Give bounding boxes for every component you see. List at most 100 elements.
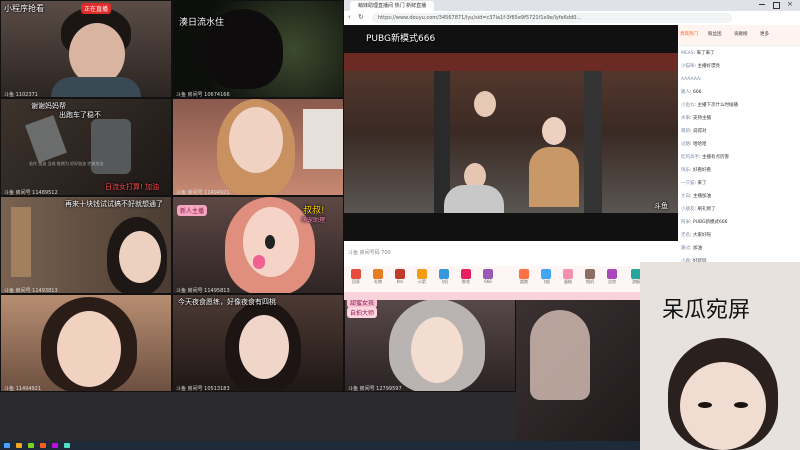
taskbar	[0, 441, 640, 450]
chat-username[interactable]: 阿米	[681, 220, 690, 225]
close-icon[interactable]: ×	[787, 0, 793, 8]
gift-item[interactable]: 相机	[580, 269, 600, 291]
right-eye	[734, 402, 748, 408]
address-bar: ‹ ↻ https://www.douyu.com/34567871/lyu/s…	[344, 11, 800, 26]
gift-item[interactable]: 飞船	[536, 269, 556, 291]
streamer-face	[239, 315, 289, 379]
stream-tile-6[interactable]: 新人主播 叔叔! 萌宠助理 斗鱼 房间号 11495813	[172, 196, 344, 294]
chat-tabs: 贵宾热门 粉丝团 贡献榜 更多	[678, 25, 800, 46]
chat-username[interactable]: MEAS	[681, 51, 694, 56]
selfie-badge: 自拍大师	[347, 307, 378, 318]
gift-item[interactable]: 飞机	[434, 269, 454, 291]
chat-username[interactable]: AAAAAA	[681, 77, 700, 82]
gift-item[interactable]: 超跑	[514, 269, 534, 291]
gift-item[interactable]: 回家	[346, 269, 366, 291]
chat-text: 主播好漂亮	[697, 64, 720, 69]
room-number: 斗鱼 1102371	[4, 92, 38, 98]
chat-panel: 贵宾热门 粉丝团 贡献榜 更多 MEAS: 来了来了 小猫咪: 主播好漂亮 AAAA…	[678, 25, 800, 300]
taskbar-app-icon[interactable]	[16, 443, 22, 448]
chat-text: 加油	[692, 246, 702, 251]
chat-username[interactable]: 路过	[681, 246, 690, 251]
streamer-face	[57, 311, 121, 387]
stream-tile-7[interactable]: 斗鱼 11494921	[0, 294, 172, 392]
chat-username[interactable]: 小朋友	[681, 207, 695, 212]
streamer-face	[411, 317, 463, 383]
tile-title: 小程序抢看	[4, 4, 44, 13]
gift-item[interactable]: Ktv	[390, 269, 410, 291]
chat-username[interactable]: 一只猫	[681, 181, 695, 186]
chat-text: 好看好看	[692, 168, 711, 173]
gift-item[interactable]: 火箭	[412, 269, 432, 291]
chat-username[interactable]: 快乐	[681, 168, 690, 173]
stream-watermark: 斗鱼	[654, 202, 668, 210]
chat-text: 来了	[697, 181, 707, 186]
chat-username[interactable]: 水果	[681, 116, 690, 121]
person-1	[474, 91, 496, 117]
room-number: 斗鱼 房间号 11493813	[4, 288, 58, 294]
gift-item[interactable]: 鲜花	[456, 269, 476, 291]
chat-username[interactable]: 小鱼丸	[681, 103, 695, 108]
room-number: 斗鱼 11494921	[4, 386, 42, 392]
reload-icon[interactable]: ↻	[358, 13, 364, 21]
browser-tab[interactable]: 萌妹助理直播间 热门 新鲜直播	[350, 1, 434, 11]
stream-tile-1[interactable]: 正在直播 小程序抢看 斗鱼 1102371	[0, 0, 172, 98]
stream-tile-2[interactable]: 湊日流水住 斗鱼 房间号 10674166	[172, 0, 344, 98]
stream-title: PUBG新模式666	[366, 34, 436, 44]
chat-text: 666	[692, 90, 702, 95]
url-field[interactable]: https://www.douyu.com/34567871/lyu/sid=c…	[372, 13, 732, 23]
gift-item[interactable]: 礼物	[368, 269, 388, 291]
chat-username[interactable]: 萌新	[681, 129, 690, 134]
stream-tile-3[interactable]: 谢谢妈妈帮 出跑车了稳不 若作 加油 当成 推倒为 好好加油 完美加油 日流女打…	[0, 98, 172, 196]
sticker-text-2: 萌宠助理	[301, 217, 326, 224]
chat-message: 小鱼丸: 主播下次什么时候播	[681, 103, 738, 108]
chat-text: 刷礼物了	[697, 207, 716, 212]
chat-text: 来了来了	[696, 51, 715, 56]
chat-tab[interactable]: 贡献榜	[734, 30, 748, 39]
chat-text: 主播下次什么时候播	[697, 103, 738, 108]
gift-bar: 回家 礼物 Ktv 火箭 飞机 鲜花 666 超跑 飞船 蛋糕 相机 吉他 游艇…	[344, 266, 678, 292]
taskbar-app-icon[interactable]	[28, 443, 34, 448]
maximize-icon[interactable]	[773, 2, 780, 9]
tile-title: 湊日流水住	[179, 18, 225, 28]
chat-message: 小猫咪: 主播好漂亮	[681, 64, 720, 69]
main-stream-video[interactable]: PUBG新模式666 斗鱼	[344, 25, 678, 241]
tile-subtitle: 出跑车了稳不	[59, 111, 101, 119]
stream-tile-8[interactable]: 今天夜食愿练，好像夜食有四桃 斗鱼 房间号 10513183	[172, 294, 344, 392]
chat-tab[interactable]: 粉丝团	[708, 30, 722, 39]
taskbar-app-icon[interactable]	[64, 443, 70, 448]
stream-tile-9[interactable]: 甜蜜女孩 自拍大师 斗鱼 房间号 12799597	[344, 294, 516, 392]
person-2	[542, 117, 566, 145]
overlay-title: 呆瓜宛屏	[662, 298, 751, 323]
taskbar-app-icon[interactable]	[40, 443, 46, 448]
facecam-overlay: 呆瓜宛屏	[640, 262, 800, 450]
minimize-icon[interactable]	[759, 4, 765, 5]
chat-tab[interactable]: 更多	[760, 30, 769, 39]
stream-tile-5[interactable]: 再来十块钱试试搞不好就想通了 斗鱼 房间号 11493813	[0, 196, 172, 294]
chat-message: 一只猫: 来了	[681, 181, 707, 186]
back-icon[interactable]: ‹	[348, 13, 351, 21]
gift-item[interactable]: 吉他	[602, 269, 622, 291]
chat-username[interactable]: 大白	[681, 194, 690, 199]
gift-item[interactable]: 蛋糕	[558, 269, 578, 291]
start-icon[interactable]	[4, 443, 10, 448]
streamer-face	[229, 107, 283, 173]
live-badge: 正在直播	[81, 3, 112, 14]
chat-message: 小朋友: 刷礼物了	[681, 207, 716, 212]
gift-item[interactable]: 666	[478, 269, 498, 291]
stream-tile-4[interactable]: 斗鱼 房间号 11494921	[172, 98, 344, 196]
chat-text: 说得对	[692, 129, 707, 134]
pink-promo-strip	[344, 292, 678, 300]
chat-username[interactable]: 吃鸡高手	[681, 155, 699, 160]
room-number: 斗鱼 房间号 11494921	[176, 190, 230, 196]
chat-username[interactable]: 小猫咪	[681, 64, 695, 69]
chat-message: 路人: 666	[681, 90, 702, 95]
chat-text: 大家好呀	[692, 233, 711, 238]
chat-tab[interactable]: 贵宾热门	[680, 30, 698, 39]
room-info-left: 斗鱼 房间号码 700	[348, 250, 391, 256]
taskbar-app-icon[interactable]	[52, 443, 58, 448]
chat-username[interactable]: 无名	[681, 233, 690, 238]
chat-message: 无名: 大家好呀	[681, 233, 711, 238]
chat-username[interactable]: 过路	[681, 142, 690, 147]
chat-message: 快乐: 好看好看	[681, 168, 711, 173]
chat-username[interactable]: 路人	[681, 90, 690, 95]
